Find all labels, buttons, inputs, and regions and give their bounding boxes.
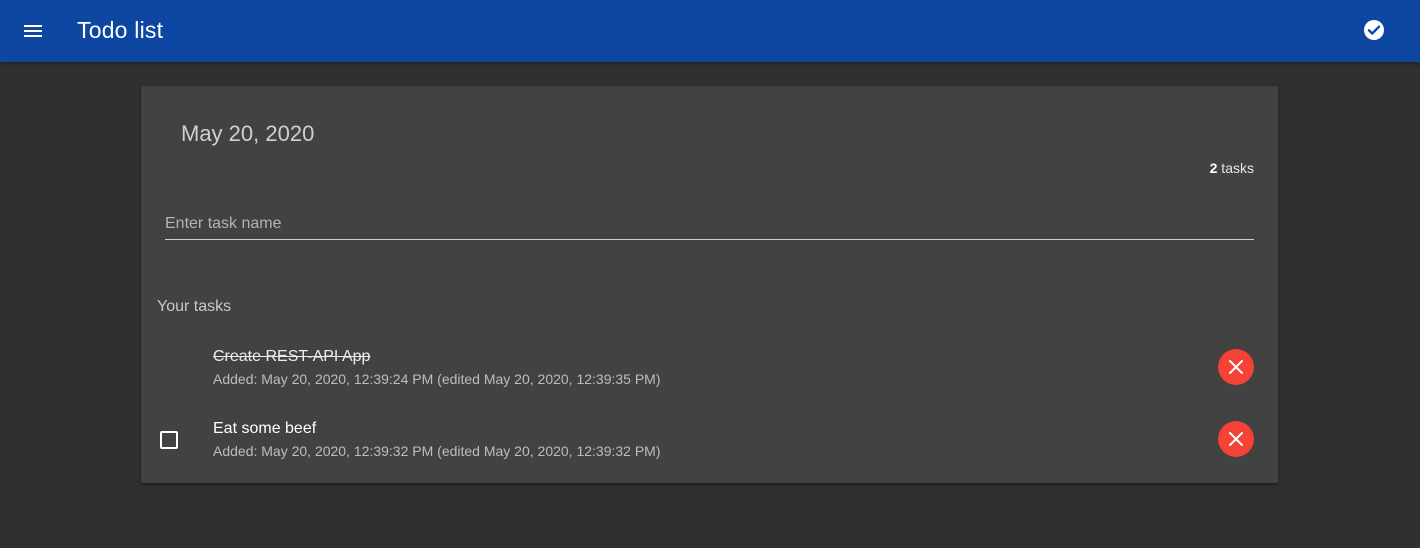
menu-icon [24, 25, 42, 37]
task-item[interactable]: Create REST-API App Added: May 20, 2020,… [141, 331, 1278, 403]
task-count: 2 tasks [1210, 159, 1254, 177]
app-title: Todo list [77, 17, 164, 43]
tasks-section-title: Your tasks [157, 298, 232, 315]
task-meta: Added: May 20, 2020, 12:39:32 PM (edited… [213, 443, 661, 459]
task-name: Eat some beef [213, 420, 317, 437]
todo-card: May 20, 2020 2 tasks Your tasks Create R… [141, 86, 1278, 483]
task-name: Create REST-API App [213, 348, 371, 365]
task-count-label: tasks [1217, 160, 1254, 176]
app-bar: Todo list [0, 0, 1420, 62]
task-meta: Added: May 20, 2020, 12:39:24 PM (edited… [213, 371, 661, 387]
date-title: May 20, 2020 [181, 121, 315, 146]
check-circle-icon [1364, 20, 1384, 40]
task-name-input[interactable] [165, 206, 1254, 238]
delete-task-button[interactable] [1218, 421, 1254, 457]
close-icon [1229, 432, 1243, 446]
task-input-field [165, 206, 1254, 240]
delete-task-button[interactable] [1218, 349, 1254, 385]
close-icon [1229, 360, 1243, 374]
menu-button[interactable] [21, 19, 45, 43]
check-all-button[interactable] [1362, 18, 1386, 42]
task-checkbox[interactable] [160, 431, 178, 449]
task-item[interactable]: Eat some beef Added: May 20, 2020, 12:39… [141, 403, 1278, 475]
